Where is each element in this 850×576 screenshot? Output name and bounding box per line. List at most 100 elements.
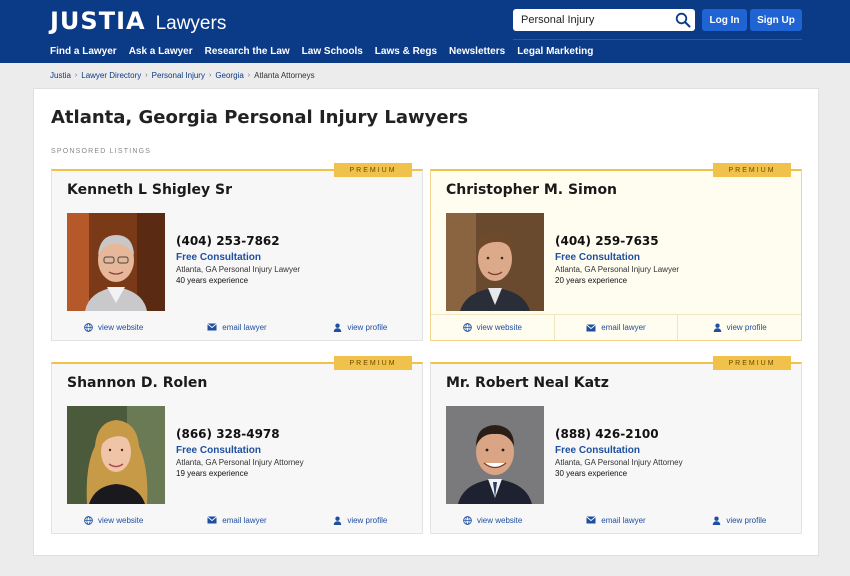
email-lawyer-link[interactable]: email lawyer (175, 507, 298, 533)
years-experience: 40 years experience (176, 276, 249, 285)
nav-newsletters[interactable]: Newsletters (449, 46, 505, 57)
view-profile-link[interactable]: view profile (678, 507, 801, 533)
envelope-icon (586, 323, 597, 331)
envelope-icon (207, 323, 218, 331)
email-lawyer-label: email lawyer (601, 515, 646, 525)
lawyer-card: PREMIUM Mr. Robert Neal Katz (888) 426-2… (430, 356, 802, 534)
view-profile-label: view profile (726, 323, 767, 332)
view-website-link[interactable]: view website (431, 507, 554, 533)
lawyer-name[interactable]: Mr. Robert Neal Katz (446, 375, 609, 391)
main-nav: Find a Lawyer Ask a Lawyer Research the … (50, 46, 605, 57)
view-profile-label: view profile (726, 515, 767, 525)
breadcrumb-separator: › (208, 71, 212, 79)
breadcrumb-link-personal-injury[interactable]: Personal Injury (152, 71, 205, 80)
view-website-link[interactable]: view website (52, 314, 175, 340)
view-profile-label: view profile (347, 515, 388, 525)
sponsored-listings-label: SPONSORED LISTINGS (51, 148, 152, 155)
card-actions: view website email lawyer view profile (52, 507, 422, 533)
card-actions: view website email lawyer view profile (431, 507, 801, 533)
view-profile-label: view profile (347, 322, 388, 332)
breadcrumb-separator: › (145, 71, 148, 79)
view-website-label: view website (476, 515, 523, 525)
view-website-link[interactable]: view website (431, 315, 554, 340)
lawyer-photo[interactable] (67, 406, 165, 504)
card-actions: view website email lawyer view profile (52, 314, 422, 340)
lawyer-phone[interactable]: (888) 426-2100 (555, 427, 683, 441)
email-lawyer-link[interactable]: email lawyer (554, 507, 677, 533)
email-lawyer-link[interactable]: email lawyer (175, 314, 298, 340)
signup-button[interactable]: Sign Up (750, 9, 802, 31)
page-title: Atlanta, Georgia Personal Injury Lawyers (51, 107, 469, 128)
lawyer-name[interactable]: Shannon D. Rolen (67, 375, 207, 391)
site-logo[interactable]: JUSTIA Lawyers (50, 7, 226, 35)
search-box (513, 9, 695, 31)
view-website-label: view website (97, 515, 144, 525)
nav-legal-marketing[interactable]: Legal Marketing (517, 46, 593, 57)
breadcrumb-link-georgia[interactable]: Georgia (215, 71, 243, 80)
premium-badge: PREMIUM (713, 356, 791, 370)
practice-area: Atlanta, GA Personal Injury Attorney (555, 458, 683, 467)
lawyer-phone[interactable]: (404) 259-7635 (555, 234, 679, 248)
premium-badge: PREMIUM (713, 163, 791, 177)
globe-icon (463, 515, 472, 525)
years-experience: 20 years experience (555, 276, 628, 285)
lawyer-info: (866) 328-4978 Free Consultation Atlanta… (176, 427, 304, 478)
free-consultation-label: Free Consultation (555, 252, 641, 263)
email-lawyer-link[interactable]: email lawyer (553, 315, 678, 340)
globe-icon (462, 323, 472, 332)
breadcrumb-link-lawyer-directory[interactable]: Lawyer Directory (81, 71, 141, 80)
lawyer-phone[interactable]: (404) 253-7862 (176, 234, 300, 248)
breadcrumb-separator: › (74, 71, 78, 79)
logo-main-text: JUSTIA (50, 7, 146, 35)
free-consultation-label: Free Consultation (555, 445, 641, 456)
practice-area: Atlanta, GA Personal Injury Attorney (176, 458, 304, 467)
results-panel: Atlanta, Georgia Personal Injury Lawyers… (33, 88, 819, 556)
nav-laws-regs[interactable]: Laws & Regs (375, 46, 437, 57)
nav-find-a-lawyer[interactable]: Find a Lawyer (50, 46, 117, 57)
envelope-icon (586, 516, 597, 524)
view-website-link[interactable]: view website (52, 507, 175, 533)
view-profile-link[interactable]: view profile (299, 507, 422, 533)
card-actions: view website email lawyer view profile (431, 314, 801, 340)
view-website-label: view website (97, 322, 144, 332)
nav-research-the-law[interactable]: Research the Law (205, 46, 290, 57)
years-experience: 19 years experience (176, 469, 249, 478)
lawyer-info: (404) 259-7635 Free Consultation Atlanta… (555, 234, 679, 285)
practice-area: Atlanta, GA Personal Injury Lawyer (176, 265, 301, 274)
search-input[interactable] (513, 14, 663, 26)
view-profile-link[interactable]: view profile (299, 314, 422, 340)
person-icon (713, 323, 721, 332)
person-icon (334, 323, 342, 332)
person-icon (334, 516, 342, 525)
premium-badge: PREMIUM (334, 163, 412, 177)
nav-law-schools[interactable]: Law Schools (302, 46, 363, 57)
lawyer-photo[interactable] (67, 213, 165, 311)
search-icon[interactable] (675, 12, 691, 28)
years-experience: 30 years experience (555, 469, 628, 478)
breadcrumb-current: Atlanta Attorneys (254, 70, 315, 80)
person-icon (713, 516, 721, 525)
email-lawyer-label: email lawyer (601, 323, 646, 332)
practice-area: Atlanta, GA Personal Injury Lawyer (555, 265, 680, 274)
email-lawyer-label: email lawyer (222, 515, 267, 525)
globe-icon (84, 322, 93, 332)
login-button[interactable]: Log In (702, 9, 747, 31)
lawyer-name[interactable]: Kenneth L Shigley Sr (67, 182, 232, 198)
view-profile-link[interactable]: view profile (677, 315, 801, 340)
lawyer-card: PREMIUM Christopher M. Simon (404) 259-7… (430, 163, 802, 341)
lawyer-photo[interactable] (446, 213, 544, 311)
free-consultation-label: Free Consultation (176, 252, 262, 263)
free-consultation-label: Free Consultation (176, 445, 262, 456)
site-header: JUSTIA Lawyers Log In Sign Up Find a Law… (0, 0, 850, 63)
lawyer-info: (404) 253-7862 Free Consultation Atlanta… (176, 234, 300, 285)
lawyer-phone[interactable]: (866) 328-4978 (176, 427, 304, 441)
envelope-icon (207, 516, 218, 524)
lawyer-name[interactable]: Christopher M. Simon (446, 182, 617, 198)
header-divider (513, 39, 802, 40)
premium-badge: PREMIUM (334, 356, 412, 370)
lawyer-card: PREMIUM Shannon D. Rolen (866) 328-4978 … (51, 356, 423, 534)
breadcrumb-link-justia[interactable]: Justia (50, 71, 71, 80)
lawyer-card: PREMIUM Kenneth L Shigley Sr (404) 253-7… (51, 163, 423, 341)
nav-ask-a-lawyer[interactable]: Ask a Lawyer (129, 46, 193, 57)
lawyer-photo[interactable] (446, 406, 544, 504)
